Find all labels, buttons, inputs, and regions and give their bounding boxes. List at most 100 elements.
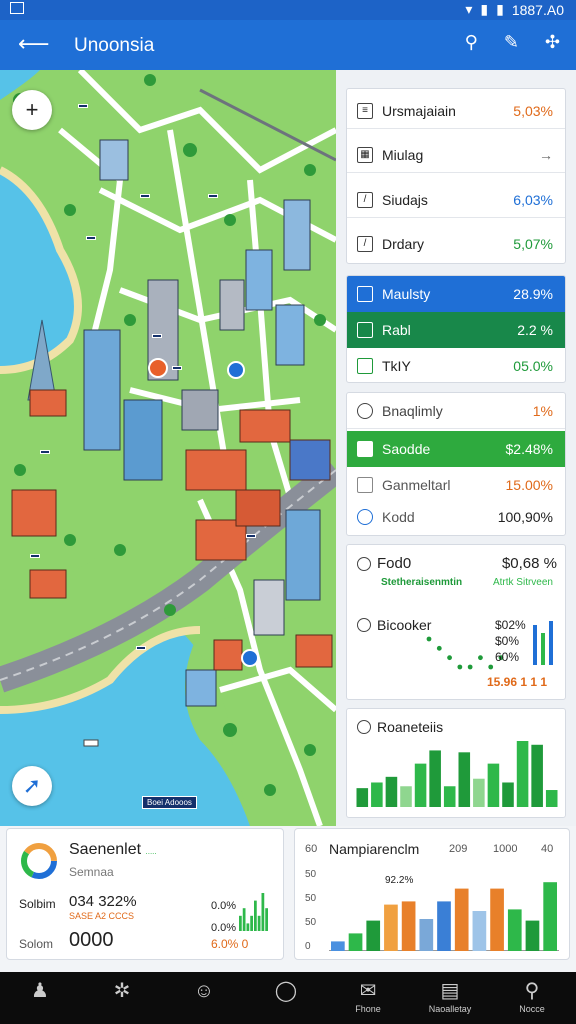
list-item[interactable]: TkIY 05.0% — [347, 348, 565, 382]
map-label[interactable] — [246, 534, 256, 538]
chart-bar — [419, 919, 434, 951]
sparkline-point — [457, 664, 463, 670]
list-item[interactable]: ▦ Miulag → — [347, 137, 565, 173]
chart-bar — [385, 776, 398, 807]
share-icon[interactable]: ✣ — [545, 32, 560, 53]
chart-bar — [490, 888, 504, 951]
row-value: 5,07% — [513, 236, 553, 252]
list-item[interactable]: Rabl 2.2 % — [347, 312, 565, 348]
chart-bar — [473, 778, 485, 807]
grid-icon: ▦ — [357, 146, 373, 163]
stats-card: Bnaqlimly 1% Saodde $2.48% Ganmeltarl 15… — [346, 392, 566, 536]
locate-button[interactable]: ➚ — [12, 766, 52, 806]
clock-icon — [357, 556, 371, 571]
chart-bar — [366, 920, 381, 951]
list-item[interactable]: Maulsty 28.9% — [347, 276, 565, 312]
list-item[interactable]: Bnaqlimly 1% — [347, 393, 565, 429]
nav-item-wallet[interactable]: ▤ Naoalletay — [418, 978, 482, 1014]
list-icon: ≡ — [357, 102, 373, 119]
nav-item-location[interactable]: ♟ — [8, 978, 72, 1004]
clock-icon — [357, 402, 373, 419]
map-label[interactable] — [172, 366, 182, 370]
chart-bar — [371, 782, 383, 807]
user-icon: ☺ — [193, 980, 215, 1002]
chat-icon — [357, 441, 373, 457]
card-title: Fod0 — [377, 555, 412, 572]
map-label[interactable] — [78, 104, 88, 108]
nav-label: Naoalletay — [428, 1004, 472, 1014]
card-title: Roaneteiis — [377, 719, 444, 735]
list-item[interactable]: / Drdary 5,07% — [347, 226, 565, 262]
map-label[interactable]: Boei Adooos — [142, 796, 197, 809]
chart-bar — [507, 909, 522, 951]
map-label[interactable] — [40, 450, 50, 454]
card-subtitle-right: Atrtk Sitrveen — [492, 577, 553, 588]
mini-bar — [250, 915, 253, 931]
nav-label: Fhone — [355, 1004, 381, 1014]
map-label[interactable] — [136, 646, 146, 650]
card-title-suffix: ..... — [145, 847, 157, 856]
screenshot-icon — [10, 2, 24, 14]
chart-bar — [543, 882, 557, 951]
chart-bar — [502, 782, 514, 807]
city-map[interactable]: Boei Adooos + ➚ — [0, 70, 336, 826]
clock-icon — [357, 618, 371, 632]
wifi-icon: ▾ — [465, 1, 473, 17]
list-item[interactable]: ≡ Ursmajaiain 5,03% — [347, 93, 565, 129]
nav-item-profile[interactable]: ☺ — [172, 978, 236, 1004]
nav-item-phone[interactable]: ✉ Fhone — [336, 978, 400, 1014]
page-title: Unoonsia — [74, 35, 155, 56]
mail-icon: ✉ — [359, 980, 377, 1002]
nav-item-activity[interactable]: ✲ — [90, 978, 154, 1004]
bar-chart-card[interactable]: 60 Nampiarenclm 209 1000 40 50 50 50 0 9… — [294, 828, 570, 960]
list-item[interactable]: Ganmeltarl 15.00% — [347, 467, 565, 503]
summary-card[interactable]: Saenenlet ..... Semnaa Solbim 034 322% S… — [6, 828, 284, 960]
person-pin-icon: ♟ — [31, 980, 49, 1002]
chart-bar — [472, 911, 487, 951]
row-value: 60% — [495, 650, 520, 664]
map-label[interactable] — [86, 236, 96, 240]
side-value: 0.0% — [211, 900, 237, 912]
list-item[interactable]: / Siudajs 6,03% — [347, 182, 565, 218]
info-icon — [357, 509, 373, 525]
col-header: 209 — [449, 843, 468, 855]
chart-bar — [458, 752, 471, 807]
row-label: Ursmajaiain — [382, 102, 456, 119]
app-bar: ⟵ Unoonsia ⚲ ✎ ✣ — [0, 20, 576, 70]
mini-bars — [533, 621, 553, 665]
list-item[interactable]: Saodde $2.48% — [347, 431, 565, 467]
sparkline-point — [447, 655, 452, 661]
trend-card: Fod0 $0,68 % Stetheraisenmtin Atrtk Sitr… — [346, 544, 566, 700]
bar-chart — [329, 882, 559, 951]
sparkline-point — [436, 645, 442, 651]
zoom-in-button[interactable]: + — [12, 90, 52, 130]
row-label: Siudajs — [382, 191, 428, 208]
nav-item-explore[interactable]: ◯ — [254, 978, 318, 1004]
row-label: Solbim — [19, 897, 56, 911]
map-label[interactable] — [152, 334, 162, 338]
pin-icon[interactable]: ✎ — [504, 32, 519, 53]
col-header: 60 — [305, 843, 318, 855]
row-label: Solom — [19, 937, 54, 951]
mini-bar — [239, 915, 242, 931]
row-value: 15.00% — [505, 477, 553, 493]
row-label: Saodde — [382, 441, 431, 457]
search-icon: ⚲ — [524, 980, 540, 1002]
card-subtitle: Stetheraisenmtin — [381, 577, 463, 588]
row-value: $2.48% — [505, 441, 553, 457]
plus-icon: + — [25, 97, 39, 122]
list-item[interactable]: Kodd 100,90% — [347, 499, 565, 535]
nav-item-search[interactable]: ⚲ Nocce — [500, 978, 564, 1014]
chart-bar — [443, 786, 456, 807]
back-arrow-icon[interactable]: ⟵ — [18, 33, 50, 55]
map-label[interactable] — [30, 554, 40, 558]
chart-bar — [331, 941, 345, 951]
stats-card: ≡ Ursmajaiain 5,03% ▦ Miulag → / Siudajs… — [346, 88, 566, 264]
map-label[interactable] — [208, 194, 218, 198]
chart-bar — [437, 901, 451, 951]
row-label: TkIY — [382, 358, 411, 374]
map-label[interactable] — [140, 194, 150, 198]
row-value: 1% — [532, 402, 553, 419]
search-icon[interactable]: ⚲ — [465, 32, 478, 53]
chart-bar — [516, 741, 529, 807]
